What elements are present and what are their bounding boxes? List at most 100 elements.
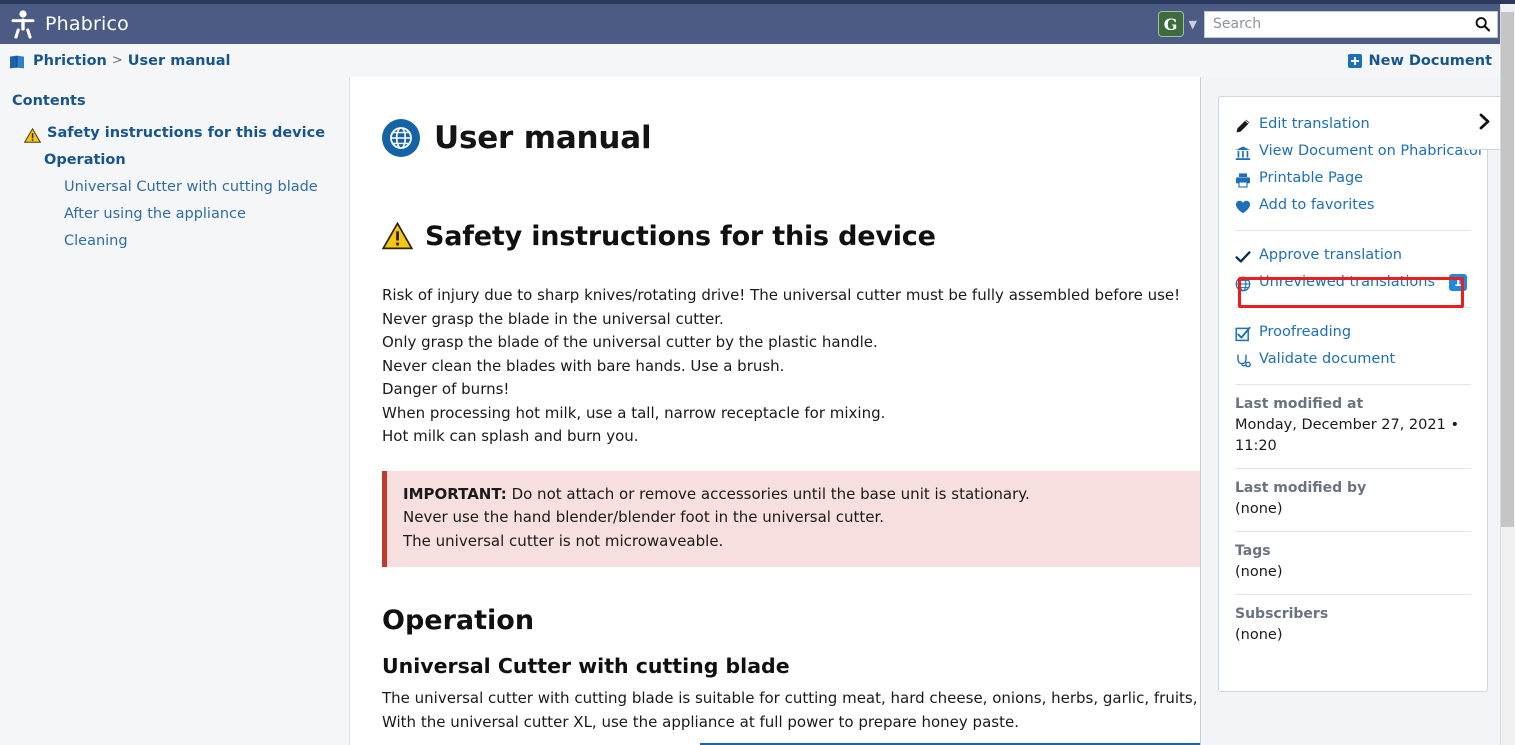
search-box[interactable] (1204, 10, 1498, 38)
document-title-row: User manual (382, 99, 1170, 177)
subsection-heading-universal-cutter: Universal Cutter with cutting blade (382, 654, 790, 679)
page-root: Phabrico G ▼ Search Phriction > User man… (0, 0, 1515, 745)
toc-item-label: Cleaning (64, 233, 128, 249)
check-icon (1235, 248, 1251, 264)
meta-value: (none) (1235, 501, 1283, 517)
meta-label: Tags (1235, 543, 1271, 559)
breadcrumb-separator: > (111, 53, 123, 68)
divider (1235, 307, 1471, 308)
toc-item-after-using[interactable]: After using the appliance (12, 201, 349, 228)
section-heading-safety: Safety instructions for this device (425, 220, 936, 252)
new-document-label: New Document (1368, 52, 1492, 69)
unreviewed-count-badge: 1 (1449, 274, 1468, 291)
search-icon[interactable] (1475, 17, 1491, 32)
toc-item-label: After using the appliance (64, 206, 246, 222)
stethoscope-icon (1235, 352, 1251, 368)
action-label: Validate document (1259, 351, 1396, 367)
safety-line: Danger of burns! (382, 380, 510, 399)
important-first-text: Do not attach or remove accessories unti… (511, 484, 1030, 503)
action-edit-translation[interactable]: Edit translation (1235, 111, 1471, 138)
breadcrumb-bar: Phriction > User manual New Document (0, 44, 1506, 77)
action-view-on-phabricator[interactable]: View Document on Phabricator (1235, 138, 1484, 165)
toc-item-operation[interactable]: Operation (12, 147, 349, 174)
important-callout: IMPORTANT: Do not attach or remove acces… (382, 470, 1200, 568)
meta-subscribers: Subscribers (none) (1219, 606, 1487, 646)
breadcrumb-root-link[interactable]: Phriction (33, 53, 107, 69)
actions-group-primary: Edit translation View Document on Phabri… (1219, 111, 1487, 219)
warning-triangle-icon (23, 126, 42, 143)
meta-label: Subscribers (1235, 606, 1329, 622)
vertical-scrollbar-track[interactable] (1500, 4, 1515, 745)
pencil-icon (1235, 117, 1251, 133)
meta-value: (none) (1235, 564, 1283, 580)
safety-heading-row: Safety instructions for this device (381, 199, 1170, 275)
action-proofreading[interactable]: Proofreading (1235, 319, 1471, 346)
actions-group-translation: Approve translation Unreviewed translati… (1219, 242, 1487, 296)
safety-line: Risk of injury due to sharp knives/rotat… (382, 286, 1181, 305)
action-label: Printable Page (1259, 170, 1364, 186)
toc-item-universal-cutter[interactable]: Universal Cutter with cutting blade (12, 174, 349, 201)
table-of-contents-sidebar: Contents Safety instructions for this de… (0, 77, 350, 745)
divider (1235, 531, 1471, 532)
book-icon (9, 54, 25, 68)
toc-item-label: Universal Cutter with cutting blade (64, 179, 318, 195)
search-input[interactable] (1205, 11, 1497, 37)
section-heading-operation: Operation (382, 605, 535, 637)
meta-tags: Tags (none) (1219, 543, 1487, 583)
bank-icon (1235, 144, 1251, 160)
heart-icon (1235, 198, 1251, 214)
meta-label: Last modified at (1235, 396, 1364, 412)
action-label: Edit translation (1259, 116, 1370, 132)
safety-line: Never clean the blades with bare hands. … (382, 356, 785, 375)
action-unreviewed-translations[interactable]: Unreviewed translations 1 (1235, 269, 1471, 296)
header-right-group: G ▼ (1157, 10, 1506, 38)
toc-item-label: Operation (44, 152, 126, 168)
meta-last-modified-at: Last modified at Monday, December 27, 20… (1219, 396, 1487, 457)
app-name: Phabrico (45, 13, 129, 35)
safety-line: Hot milk can splash and burn you. (382, 427, 639, 446)
important-line: The universal cutter is not microwaveabl… (403, 531, 724, 550)
operation-line: The universal cutter with cutting blade … (382, 689, 1200, 708)
action-label: Proofreading (1259, 324, 1352, 340)
action-printable-page[interactable]: Printable Page (1235, 165, 1471, 192)
divider (1235, 230, 1471, 231)
document-actions-panel: Edit translation View Document on Phabri… (1218, 96, 1488, 692)
toc-title: Contents (12, 93, 86, 109)
action-label: Approve translation (1259, 247, 1402, 263)
meta-last-modified-by: Last modified by (none) (1219, 480, 1487, 520)
toc-item-safety-instructions[interactable]: Safety instructions for this device (12, 120, 349, 147)
toc-item-cleaning[interactable]: Cleaning (12, 228, 349, 255)
avatar[interactable]: G (1157, 11, 1184, 37)
globe-icon (382, 118, 420, 157)
meta-label: Last modified by (1235, 480, 1367, 496)
page-title: User manual (434, 119, 652, 156)
divider (1235, 594, 1471, 595)
action-approve-translation[interactable]: Approve translation (1235, 242, 1471, 269)
vertical-scrollbar-thumb[interactable] (1501, 12, 1514, 527)
safety-line: Never grasp the blade in the universal c… (382, 309, 724, 328)
breadcrumb-current-link[interactable]: User manual (128, 53, 231, 69)
person-accessibility-icon (10, 9, 36, 39)
important-first-line: IMPORTANT: Do not attach or remove acces… (403, 483, 1196, 507)
operation-line: With the universal cutter XL, use the ap… (382, 712, 1019, 731)
document-panel: User manual Safety instructions for this… (350, 77, 1201, 745)
meta-value: Monday, December 27, 2021 • 11:20 (1235, 417, 1459, 454)
app-header: Phabrico G ▼ (0, 4, 1506, 44)
important-label: IMPORTANT: (403, 484, 507, 503)
warning-triangle-icon (381, 222, 414, 250)
action-add-to-favorites[interactable]: Add to favorites (1235, 192, 1471, 219)
breadcrumb: Phriction > User manual (0, 53, 231, 69)
toc-item-label: Safety instructions for this device (47, 125, 326, 141)
divider (1235, 384, 1471, 385)
chevron-right-icon (1477, 113, 1492, 134)
new-document-button[interactable]: New Document (1348, 53, 1492, 69)
printer-icon (1235, 171, 1251, 188)
plus-square-icon (1348, 53, 1363, 68)
important-line: Never use the hand blender/blender foot … (403, 508, 885, 527)
chevron-down-icon[interactable]: ▼ (1189, 19, 1197, 30)
checkbox-checked-icon (1235, 325, 1251, 341)
action-label: Add to favorites (1259, 197, 1375, 213)
app-brand[interactable]: Phabrico (0, 9, 129, 39)
actions-group-review: Proofreading Validate document (1219, 319, 1487, 373)
action-validate-document[interactable]: Validate document (1235, 346, 1471, 373)
